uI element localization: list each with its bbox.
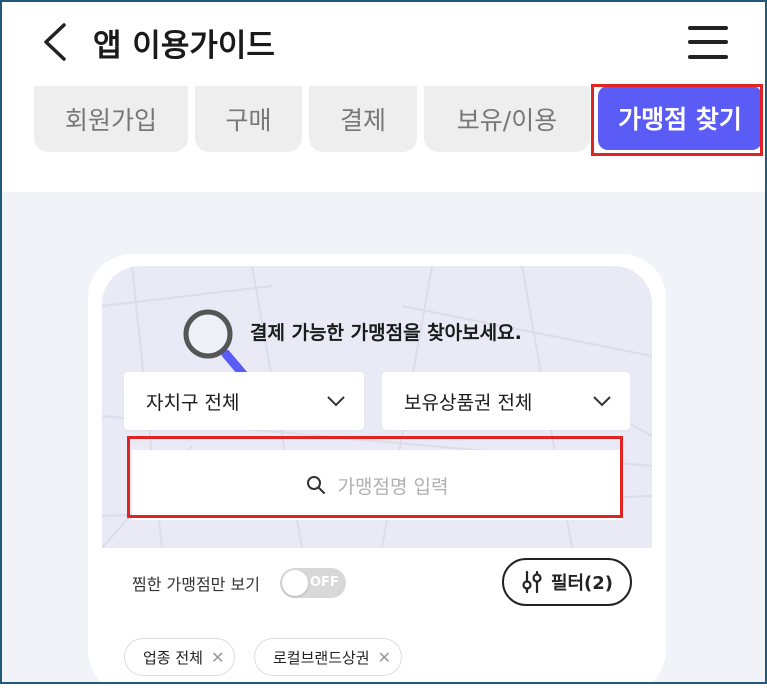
tab-payment[interactable]: 결제 [309, 86, 417, 152]
chip-label: 업종 전체 [143, 648, 203, 667]
hamburger-menu-icon[interactable] [688, 24, 728, 60]
filter-sliders-icon [522, 570, 542, 594]
filter-button-label: 필터(2) [550, 573, 614, 594]
chip-label: 로컬브랜드상권 [273, 648, 370, 667]
chevron-down-icon [327, 396, 345, 407]
toggle-state-text: OFF [310, 575, 339, 590]
filter-button[interactable]: 필터(2) [502, 558, 632, 606]
search-input-highlight [127, 436, 623, 518]
voucher-select[interactable]: 보유상품권 전체 [382, 372, 630, 430]
district-select-value: 자치구 전체 [146, 391, 240, 414]
app-header: 앱 이용가이드 [0, 0, 767, 80]
close-icon[interactable]: ✕ [211, 648, 224, 667]
district-select[interactable]: 자치구 전체 [124, 372, 364, 430]
chip-industry-all[interactable]: 업종 전체 ✕ [124, 638, 236, 676]
chip-local-brand[interactable]: 로컬브랜드상권 ✕ [254, 638, 403, 676]
tab-purchase[interactable]: 구매 [195, 86, 302, 152]
find-store-headline: 결제 가능한 가맹점을 찾아보세요. [250, 322, 522, 344]
chevron-down-icon [593, 396, 611, 407]
voucher-select-value: 보유상품권 전체 [404, 391, 533, 414]
tab-signup[interactable]: 회원가입 [34, 86, 188, 152]
filter-row: 찜한 가맹점만 보기 OFF 필터(2) [102, 548, 652, 619]
active-filter-chips: 업종 전체 ✕ 로컬브랜드상권 ✕ [102, 618, 652, 686]
back-arrow-icon[interactable] [38, 22, 74, 62]
wish-only-label: 찜한 가맹점만 보기 [132, 575, 260, 594]
wish-only-toggle[interactable]: OFF [280, 568, 346, 598]
active-tab-highlight [591, 84, 763, 156]
close-icon[interactable]: ✕ [378, 648, 391, 667]
toggle-knob [282, 570, 308, 596]
page-title: 앱 이용가이드 [93, 28, 275, 64]
tab-holding-usage[interactable]: 보유/이용 [424, 86, 590, 152]
